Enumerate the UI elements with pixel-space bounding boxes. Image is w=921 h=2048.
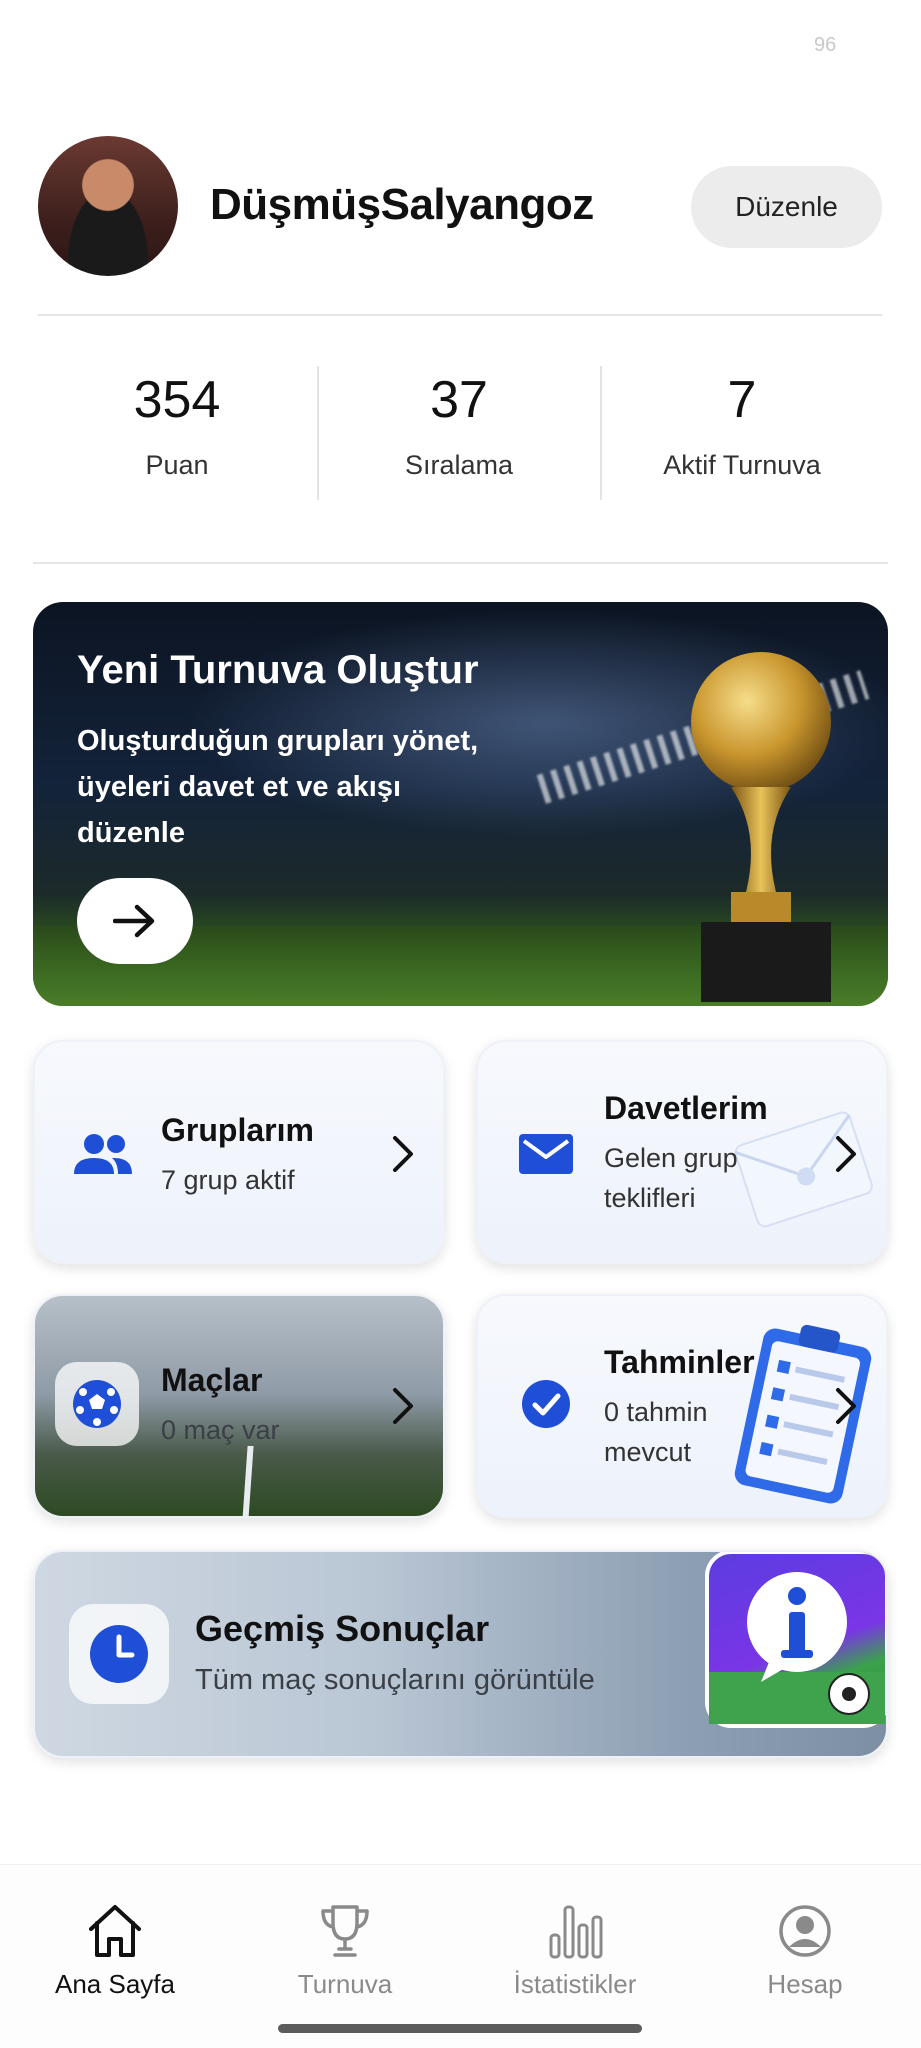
pitch-line [242,1446,254,1516]
avatar[interactable] [38,136,178,276]
nav-label: İstatistikler [513,1969,637,1999]
bar-chart-icon [549,1905,603,1959]
predictions-card[interactable]: Tahminler 0 tahmin mevcut [476,1294,888,1518]
account-icon [779,1905,831,1957]
stat-label: Aktif Turnuva [663,450,821,480]
check-circle-icon [522,1380,570,1428]
users-icon [74,1134,132,1174]
info-icon [709,1572,885,1724]
stat-rank: 37 Sıralama [319,370,599,481]
create-tournament-banner[interactable]: Yeni Turnuva Oluştur Oluşturduğun grupla… [33,602,888,1006]
soccer-ball-icon [73,1380,121,1428]
stat-label: Puan [145,450,209,480]
banner-subtitle: Oluşturduğun grupları yönet, üyeleri dav… [77,725,479,849]
home-indicator[interactable] [278,2024,642,2033]
arrow-right-icon [113,904,155,938]
stat-active-tournaments: 7 Aktif Turnuva [602,370,882,481]
matches-subtitle: 0 maç var [161,1415,280,1445]
chevron-right-icon [836,1388,856,1424]
trophy-icon [321,1905,369,1957]
predictions-subtitle: 0 tahmin mevcut [604,1397,708,1467]
stat-label: Sıralama [404,450,514,480]
nav-label: Turnuva [297,1969,393,1999]
clock-icon [90,1625,148,1683]
groups-subtitle: 7 grup aktif [161,1165,295,1195]
status-number: 96 [814,34,837,56]
chevron-right-icon [393,1388,413,1424]
nav-label: Ana Sayfa [55,1969,175,1999]
icon-wrap [69,1604,169,1704]
stat-value: 37 [430,371,488,429]
groups-title: Gruplarım [161,1112,314,1148]
icon-wrap [61,1112,145,1196]
banner-title: Yeni Turnuva Oluştur [77,648,479,692]
invites-title: Davetlerim [604,1090,768,1126]
invites-card[interactable]: Davetlerim Gelen grup teklifleri [476,1040,888,1264]
stat-value: 7 [727,371,757,429]
nav-account[interactable]: Hesap [705,1901,905,2000]
edit-profile-button[interactable]: Düzenle [691,166,882,248]
stat-value: 354 [133,371,221,429]
nav-home[interactable]: Ana Sayfa [15,1901,215,2000]
banner-arrow-button[interactable] [77,878,193,964]
nav-tournament[interactable]: Turnuva [245,1901,445,2000]
chevron-right-icon [836,1136,856,1172]
home-icon [89,1905,141,1957]
username: DüşmüşSalyangoz [210,180,594,229]
nav-statistics[interactable]: İstatistikler [475,1901,675,2000]
stat-points: 354 Puan [37,370,317,481]
info-badge[interactable] [705,1552,886,1728]
matches-title: Maçlar [161,1362,263,1398]
invites-subtitle: Gelen grup teklifleri [604,1143,738,1213]
icon-wrap [504,1112,588,1196]
history-subtitle: Tüm maç sonuçlarını görüntüle [195,1664,595,1696]
matches-card[interactable]: Maçlar 0 maç var [33,1294,445,1518]
history-title: Geçmiş Sonuçlar [195,1608,490,1649]
divider [38,314,882,316]
bottom-nav: Ana Sayfa Turnuva İstatistikler Hesap [0,1864,921,2048]
nav-label: Hesap [767,1969,843,1999]
groups-card[interactable]: Gruplarım 7 grup aktif [33,1040,445,1264]
chevron-right-icon [393,1136,413,1172]
mail-icon [519,1134,573,1174]
history-card[interactable]: Geçmiş Sonuçlar Tüm maç sonuçlarını görü… [33,1550,888,1758]
predictions-title: Tahminler [604,1344,755,1380]
icon-wrap [504,1362,588,1446]
trophy-image [691,652,831,1002]
divider [33,562,888,564]
icon-wrap [55,1362,139,1446]
